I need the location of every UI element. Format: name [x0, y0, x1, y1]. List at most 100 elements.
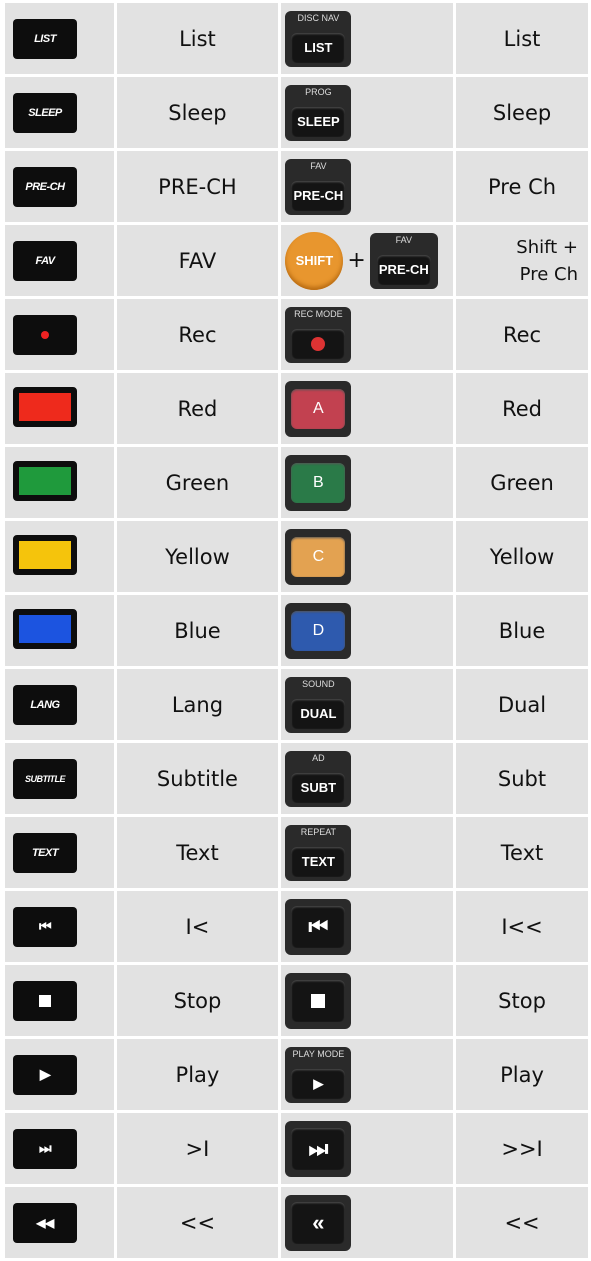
new-remote-button-cell: SOUND DUAL: [281, 669, 454, 740]
text-button-icon: TEXT: [13, 832, 77, 873]
old-remote-button-cell: [5, 595, 114, 666]
new-remote-label: Green: [456, 447, 588, 518]
old-remote-button-cell: SLEEP: [5, 77, 114, 148]
record-dot-icon: [41, 330, 49, 339]
button-key: LIST: [291, 32, 346, 63]
new-remote-label: List: [456, 3, 588, 74]
old-remote-button-cell: [5, 447, 114, 518]
button-caption: PLAY MODE: [292, 1048, 345, 1059]
new-remote-label: Rec: [456, 299, 588, 370]
table-row: ⏮ I< ⏮ I<<: [5, 891, 588, 962]
new-remote-label: I<<: [456, 891, 588, 962]
old-remote-label: List: [116, 3, 279, 74]
table-row: ◀◀ << « <<: [5, 1187, 588, 1258]
old-remote-label: FAV: [116, 225, 279, 296]
blue-d-button-icon: D: [285, 602, 352, 659]
record-button-icon: [13, 314, 77, 355]
new-remote-button-cell: ⏭: [281, 1113, 454, 1184]
new-remote-button-cell: REC MODE: [281, 299, 454, 370]
lang-button-icon: LANG: [13, 684, 77, 725]
dual-button-icon: SOUND DUAL: [285, 676, 352, 733]
button-caption: DISC NAV: [297, 12, 340, 23]
old-remote-label: Text: [116, 817, 279, 888]
new-remote-label: >>I: [456, 1113, 588, 1184]
new-remote-label: Red: [456, 373, 588, 444]
button-mapping-table: LIST List DISC NAV LIST List SLEEP Sleep…: [2, 0, 591, 1261]
skip-back-button-icon: ⏮: [13, 906, 77, 947]
pre-ch-button-icon: PRE-CH: [13, 166, 77, 207]
new-remote-button-cell: C: [281, 521, 454, 592]
sleep-button-icon: PROG SLEEP: [285, 84, 352, 141]
new-remote-button-cell: PLAY MODE ▶: [281, 1039, 454, 1110]
new-remote-label: Shift + Pre Ch: [456, 225, 588, 296]
new-remote-button-cell: ⏮: [281, 891, 454, 962]
button-caption: PROG: [305, 86, 332, 97]
stop-square-icon: [39, 994, 51, 1007]
button-key: ⏭: [291, 1127, 346, 1170]
new-remote-label: Blue: [456, 595, 588, 666]
table-row: LIST List DISC NAV LIST List: [5, 3, 588, 74]
button-key: [291, 328, 346, 359]
old-remote-button-cell: PRE-CH: [5, 151, 114, 222]
button-key: ▶: [291, 1068, 346, 1099]
new-remote-button-cell: AD SUBT: [281, 743, 454, 814]
old-remote-button-cell: FAV: [5, 225, 114, 296]
table-row: Green B Green: [5, 447, 588, 518]
button-key: [291, 979, 346, 1022]
old-remote-button-cell: LANG: [5, 669, 114, 740]
new-remote-button-cell: B: [281, 447, 454, 518]
new-remote-button-cell: «: [281, 1187, 454, 1258]
new-remote-label: Play: [456, 1039, 588, 1110]
old-remote-label: Rec: [116, 299, 279, 370]
old-remote-label: Green: [116, 447, 279, 518]
skip-forward-button-icon: ⏭: [13, 1128, 77, 1169]
fav-button-icon: FAV: [13, 240, 77, 281]
skip-forward-button-icon: ⏭: [285, 1120, 352, 1177]
yellow-button-icon: [13, 534, 77, 575]
button-key: ⏮: [291, 905, 346, 948]
list-button-icon: DISC NAV LIST: [285, 10, 352, 67]
button-key: «: [291, 1201, 346, 1244]
table-row: FAV FAV SHIFT + FAV PRE-CH Shift + Pre C…: [5, 225, 588, 296]
new-remote-button-cell: A: [281, 373, 454, 444]
list-button-icon: LIST: [13, 18, 77, 59]
old-remote-label: Lang: [116, 669, 279, 740]
record-dot-icon: [311, 336, 326, 351]
old-remote-button-cell: ▶: [5, 1039, 114, 1110]
button-key: DUAL: [291, 698, 346, 729]
subtitle-button-icon: SUBTITLE: [13, 758, 77, 799]
table-row: LANG Lang SOUND DUAL Dual: [5, 669, 588, 740]
shift-combo: SHIFT + FAV PRE-CH: [285, 231, 453, 290]
new-remote-button-cell: SHIFT + FAV PRE-CH: [281, 225, 454, 296]
button-key: A: [291, 388, 346, 429]
table-row: Rec REC MODE Rec: [5, 299, 588, 370]
old-remote-label: Yellow: [116, 521, 279, 592]
table-row: Red A Red: [5, 373, 588, 444]
old-remote-button-cell: TEXT: [5, 817, 114, 888]
pre-ch-button-icon: FAV PRE-CH: [285, 158, 352, 215]
yellow-c-button-icon: C: [285, 528, 352, 585]
old-remote-button-cell: [5, 299, 114, 370]
old-remote-button-cell: ⏮: [5, 891, 114, 962]
old-remote-button-cell: [5, 521, 114, 592]
table-row: ⏭ >I ⏭ >>I: [5, 1113, 588, 1184]
old-remote-button-cell: [5, 965, 114, 1036]
play-button-icon: ▶: [13, 1054, 77, 1095]
new-remote-label: Pre Ch: [456, 151, 588, 222]
button-key: B: [291, 462, 346, 503]
old-remote-label: Blue: [116, 595, 279, 666]
button-caption: FAV: [310, 160, 327, 171]
old-remote-label: PRE-CH: [116, 151, 279, 222]
green-button-icon: [13, 460, 77, 501]
table-row: SUBTITLE Subtitle AD SUBT Subt: [5, 743, 588, 814]
old-remote-label: I<: [116, 891, 279, 962]
sleep-button-icon: SLEEP: [13, 92, 77, 133]
old-remote-label: Play: [116, 1039, 279, 1110]
skip-back-button-icon: ⏮: [285, 898, 352, 955]
new-remote-button-cell: PROG SLEEP: [281, 77, 454, 148]
button-key: PRE-CH: [291, 180, 346, 211]
stop-button-icon: [285, 972, 352, 1029]
new-remote-label: Text: [456, 817, 588, 888]
table-row: Stop Stop: [5, 965, 588, 1036]
old-remote-label: Sleep: [116, 77, 279, 148]
